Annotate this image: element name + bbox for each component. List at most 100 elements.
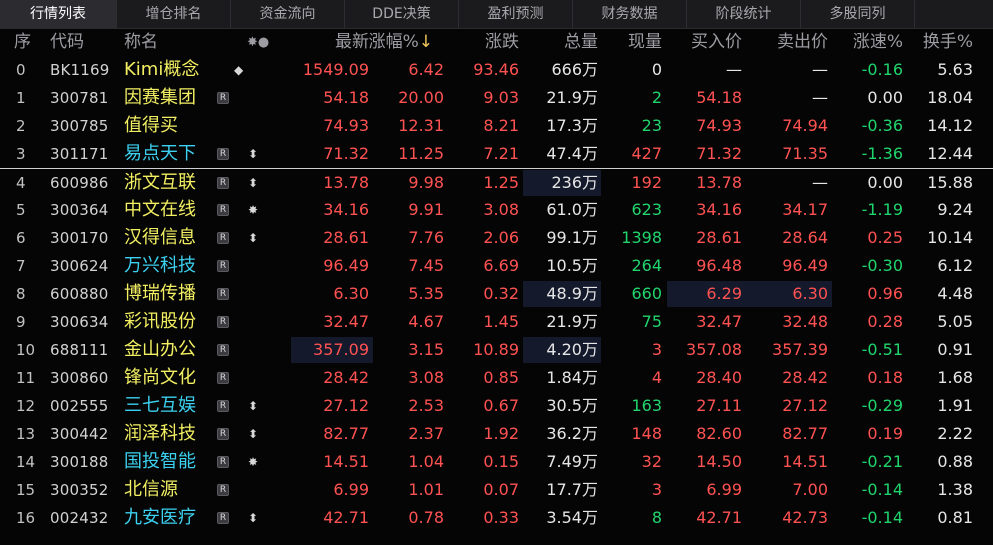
- table-row[interactable]: 10 688111 金山办公 R 357.09 3.15 10.89 4.20万 3 357.08…: [0, 336, 993, 364]
- ask-price: 32.48: [782, 312, 828, 331]
- turnover-rate: 9.24: [937, 200, 973, 219]
- stock-code: 300781: [50, 89, 109, 107]
- table-row[interactable]: 13 300442 润泽科技 R ⬍ 82.77 2.37 1.92 36.2万 148 82.60…: [0, 420, 993, 448]
- ask-price: —: [812, 60, 828, 79]
- r-badge-icon: R: [217, 148, 229, 160]
- ask-price: 82.77: [782, 424, 828, 443]
- change-percent: 9.91: [408, 200, 444, 219]
- updown-arrow-icon: ⬍: [248, 511, 259, 525]
- change-value: 0.32: [483, 284, 519, 303]
- table-row[interactable]: 14 300188 国投智能 R ✸ 14.51 1.04 0.15 7.49万 32 14.50 1…: [0, 448, 993, 476]
- updown-arrow-icon: ⬍: [248, 231, 259, 245]
- current-volume: 3: [651, 340, 662, 359]
- stock-name: 万兴科技: [124, 255, 196, 276]
- table-row[interactable]: 4 600986 浙文互联 R ⬍ 13.78 9.98 1.25 236万 192 13.78 — 0…: [0, 168, 993, 197]
- last-price: 6.30: [333, 284, 369, 303]
- change-value: 1.45: [483, 312, 519, 331]
- change-percent: 3.15: [408, 340, 444, 359]
- speed-percent: 0.25: [867, 228, 903, 247]
- r-badge-icon: R: [217, 428, 229, 440]
- tab-profit-forecast[interactable]: 盈利预测: [459, 0, 573, 28]
- change-value: 0.15: [483, 452, 519, 471]
- total-volume: 61.0万: [546, 200, 598, 219]
- table-row[interactable]: 11 300860 锋尚文化 R 28.42 3.08 0.85 1.84万 4 28.40 28.…: [0, 364, 993, 392]
- table-row[interactable]: 15 300352 北信源 R 6.99 1.01 0.07 17.7万 3 6.99 7.00 -0…: [0, 476, 993, 504]
- bid-price: 42.71: [696, 508, 742, 527]
- header-change[interactable]: 涨跌: [485, 29, 519, 56]
- change-percent: 9.98: [408, 173, 444, 192]
- last-price: 6.99: [333, 480, 369, 499]
- tab-financial[interactable]: 财务数据: [573, 0, 687, 28]
- speed-percent: 0.00: [867, 88, 903, 107]
- tab-fund-flow[interactable]: 资金流向: [231, 0, 345, 28]
- tab-quote-list[interactable]: 行情列表: [0, 0, 117, 28]
- ask-price: 34.17: [782, 200, 828, 219]
- stock-name: 三七互娱: [124, 395, 196, 416]
- table-row[interactable]: 7 300624 万兴科技 R 96.49 7.45 6.69 10.5万 264 96.48 96…: [0, 252, 993, 280]
- stock-name: Kimi概念: [124, 59, 200, 80]
- speed-percent: -1.36: [861, 144, 903, 163]
- turnover-rate: 12.44: [927, 144, 973, 163]
- tab-increase-rank[interactable]: 增仓排名: [117, 0, 231, 28]
- table-row[interactable]: 6 300170 汉得信息 R ⬍ 28.61 7.76 2.06 99.1万 1398 28.61…: [0, 224, 993, 252]
- stock-code: 600880: [50, 285, 109, 303]
- header-change-pct-label: 涨幅%: [368, 32, 419, 52]
- table-row[interactable]: 5 300364 中文在线 R ✸ 34.16 9.91 3.08 61.0万 623 34.16 3…: [0, 196, 993, 224]
- header-volume[interactable]: 总量: [564, 29, 598, 56]
- stock-name: 九安医疗: [124, 507, 196, 528]
- change-percent: 5.35: [408, 284, 444, 303]
- table-row[interactable]: 0 BK1169 Kimi概念 ◆ 1549.09 6.42 93.46 666万 0 — — -0.…: [0, 56, 993, 84]
- last-price: 71.32: [323, 144, 369, 163]
- change-percent: 11.25: [398, 144, 444, 163]
- header-ask[interactable]: 卖出价: [777, 29, 828, 56]
- turnover-rate: 1.68: [937, 368, 973, 387]
- last-price: 27.12: [323, 396, 369, 415]
- header-current-volume[interactable]: 现量: [628, 29, 662, 56]
- stock-code: 002432: [50, 509, 109, 527]
- total-volume: 4.20万: [546, 340, 598, 359]
- header-change-pct[interactable]: 涨幅%↓: [369, 29, 433, 56]
- current-volume: 32: [641, 452, 662, 471]
- header-name[interactable]: 称名: [124, 29, 158, 56]
- speed-percent: 0.00: [867, 173, 903, 192]
- change-value: 2.06: [483, 228, 519, 247]
- header-speed[interactable]: 涨速%: [853, 29, 903, 56]
- tab-stage-stats[interactable]: 阶段统计: [687, 0, 801, 28]
- speed-percent: -0.36: [861, 116, 903, 135]
- table-row[interactable]: 1 300781 因赛集团 R 54.18 20.00 9.03 21.9万 2 54.18 — 0.…: [0, 84, 993, 112]
- table-row[interactable]: 3 301171 易点天下 R ⬍ 71.32 11.25 7.21 47.4万 427 71.32…: [0, 140, 993, 168]
- ask-price: —: [812, 173, 828, 192]
- row-index: 14: [16, 453, 36, 471]
- current-volume: 264: [631, 256, 662, 275]
- table-row[interactable]: 16 002432 九安医疗 R ⬍ 42.71 0.78 0.33 3.54万 8 42.71 42…: [0, 504, 993, 532]
- current-volume: 2: [651, 88, 662, 107]
- total-volume: 236万: [551, 173, 598, 192]
- tab-multi-stock[interactable]: 多股同列: [801, 0, 915, 28]
- stock-code: 300352: [50, 481, 109, 499]
- total-volume: 21.9万: [546, 88, 598, 107]
- stock-name: 彩讯股份: [124, 311, 196, 332]
- last-price: 14.51: [323, 452, 369, 471]
- table-row[interactable]: 8 600880 博瑞传播 R 6.30 5.35 0.32 48.9万 660 6.29 6.30…: [0, 280, 993, 308]
- header-bid[interactable]: 买入价: [691, 29, 742, 56]
- last-price: 357.09: [313, 340, 369, 359]
- r-badge-icon: R: [217, 92, 229, 104]
- header-turnover[interactable]: 换手%: [923, 29, 973, 56]
- table-row[interactable]: 9 300634 彩讯股份 R 32.47 4.67 1.45 21.9万 75 32.47 32.…: [0, 308, 993, 336]
- current-volume: 660: [631, 284, 662, 303]
- bid-price: 82.60: [696, 424, 742, 443]
- header-last[interactable]: 最新: [335, 29, 369, 56]
- r-badge-icon: R: [217, 260, 229, 272]
- last-price: 42.71: [323, 508, 369, 527]
- change-value: 1.25: [483, 173, 519, 192]
- change-value: 6.69: [483, 256, 519, 275]
- table-row[interactable]: 2 300785 值得买 74.93 12.31 8.21 17.3万 23 74.93 74.9…: [0, 112, 993, 140]
- change-value: 8.21: [483, 116, 519, 135]
- header-flags[interactable]: ✸●: [247, 29, 269, 56]
- total-volume: 17.7万: [546, 480, 598, 499]
- tab-dde[interactable]: DDE决策: [345, 0, 459, 28]
- header-seq[interactable]: 序: [14, 29, 31, 56]
- header-code[interactable]: 代码: [50, 29, 84, 56]
- table-row[interactable]: 12 002555 三七互娱 R ⬍ 27.12 2.53 0.67 30.5万 163 27.11…: [0, 392, 993, 420]
- bid-price: 32.47: [696, 312, 742, 331]
